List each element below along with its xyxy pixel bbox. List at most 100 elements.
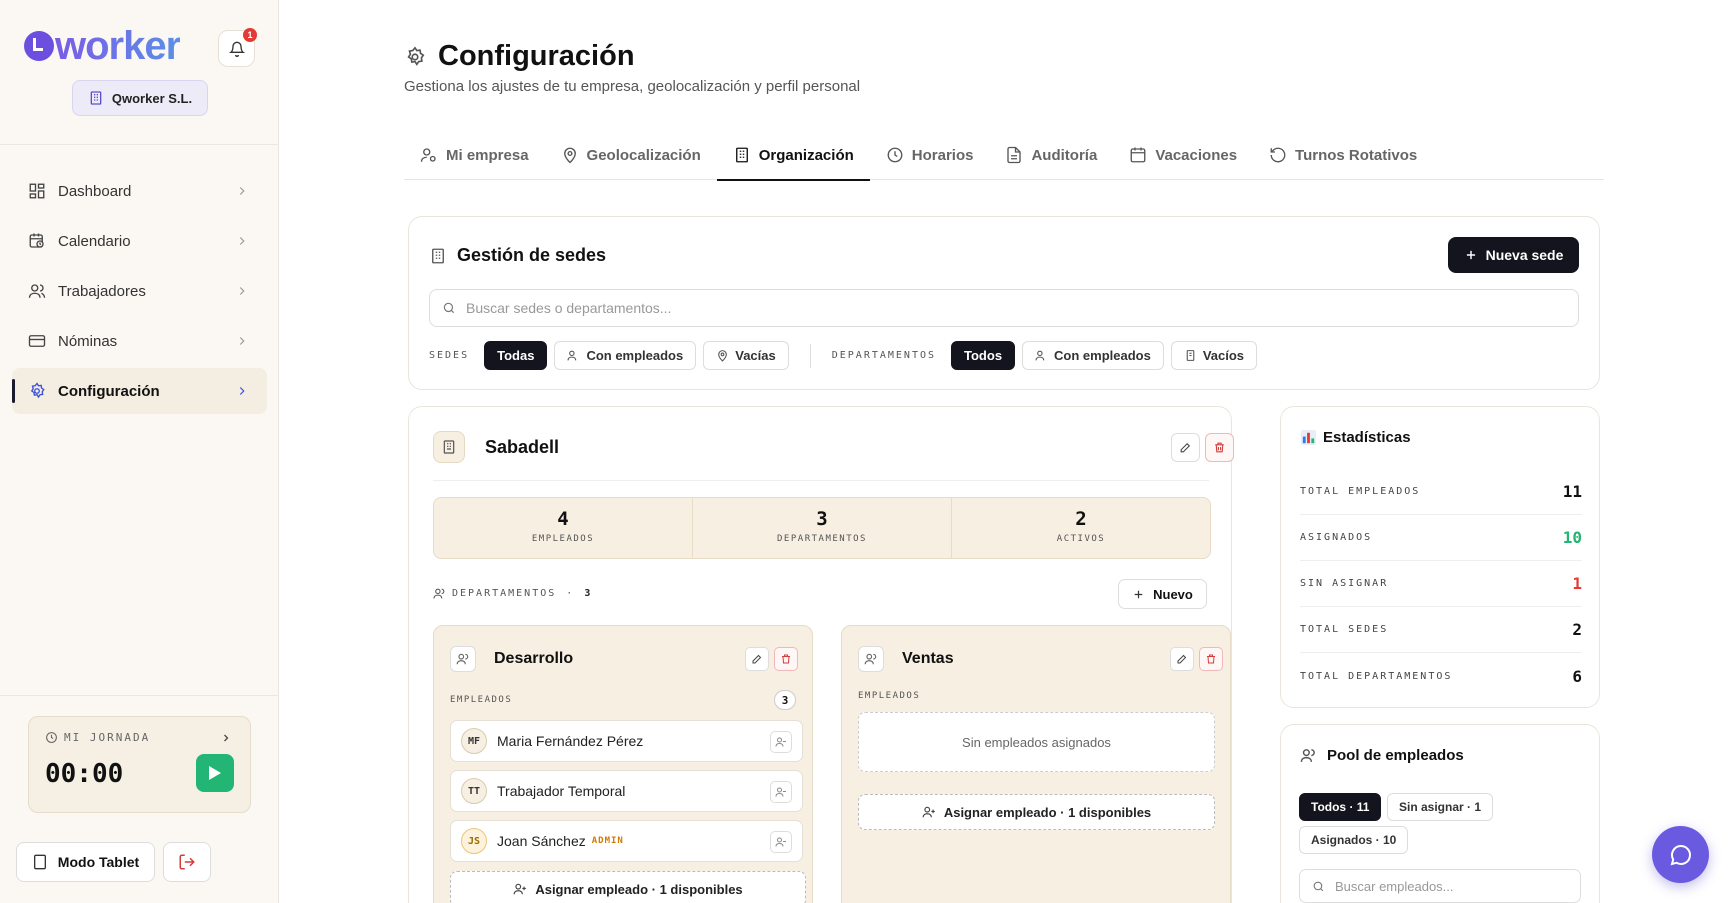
company-selector[interactable]: Qworker S.L. [72, 80, 208, 116]
bar-chart-icon [1300, 429, 1317, 446]
chat-button[interactable] [1652, 826, 1709, 883]
user-cog-icon [420, 148, 436, 162]
tab-vacaciones[interactable]: Vacaciones [1113, 130, 1253, 180]
nav-item-calendario[interactable]: Calendario [12, 218, 267, 264]
chip-label: Vacías [735, 348, 776, 363]
sedes-management-card: Gestión de sedes Nueva sede Buscar sedes… [408, 216, 1600, 390]
sede-icon [433, 431, 465, 463]
stat-value: 10 [1562, 528, 1582, 547]
assign-employee-button[interactable]: Asignar empleado · 1 disponibles [858, 794, 1215, 830]
delete-sede-button[interactable] [1205, 433, 1234, 462]
filter-sedes-con-empleados[interactable]: Con empleados [554, 341, 697, 370]
departments-label: DEPARTAMENTOS [452, 588, 557, 599]
new-department-button[interactable]: Nuevo [1118, 579, 1207, 609]
new-sede-button[interactable]: Nueva sede [1448, 237, 1579, 273]
employees-label: EMPLEADOS [450, 695, 513, 705]
stat-label: DEPARTAMENTOS [777, 534, 867, 544]
tab-turnos-rotativos[interactable]: Turnos Rotativos [1253, 130, 1433, 180]
department-name: Desarrollo [494, 650, 574, 667]
plus-icon [1466, 250, 1475, 260]
user-minus-icon [775, 787, 786, 797]
assign-employee-button[interactable]: Asignar empleado · 1 disponibles [450, 871, 806, 903]
search-icon [443, 302, 455, 314]
pool-filter-sin-asignar[interactable]: Sin asignar · 1 [1387, 793, 1494, 821]
trash-icon [1207, 654, 1215, 664]
tab-label: Organización [758, 146, 854, 164]
stat-value: 3 [816, 508, 828, 530]
delete-department-button[interactable] [774, 647, 798, 671]
stat-row-total-sedes: TOTAL SEDES 2 [1300, 607, 1582, 653]
unassign-employee-button[interactable] [770, 731, 792, 753]
employee-row[interactable]: JS Joan Sánchez ADMIN [450, 820, 803, 862]
logo[interactable]: worker [24, 24, 181, 68]
sedes-title-text: Gestión de sedes [457, 245, 607, 265]
users-icon [1300, 749, 1315, 762]
filter-sedes-vacias[interactable]: Vacías [703, 341, 789, 370]
employee-search-input[interactable]: Buscar empleados... [1299, 869, 1581, 903]
tab-label: Horarios [911, 146, 974, 164]
tablet-mode-button[interactable]: Modo Tablet [16, 842, 155, 882]
building-icon [90, 91, 102, 105]
delete-department-button[interactable] [1199, 647, 1223, 671]
nav-item-trabajadores[interactable]: Trabajadores [12, 268, 267, 314]
avatar: JS [461, 828, 487, 854]
nav-item-nominas[interactable]: Nóminas [12, 318, 267, 364]
pool-title-text: Pool de empleados [1327, 747, 1464, 764]
employee-row[interactable]: TT Trabajador Temporal [450, 770, 803, 812]
nav-label: Nóminas [58, 332, 118, 350]
pool-filter-asignados[interactable]: Asignados · 10 [1299, 826, 1409, 854]
unassign-employee-button[interactable] [770, 831, 792, 853]
nav-label: Trabajadores [58, 282, 146, 300]
edit-sede-button[interactable] [1171, 433, 1200, 462]
tab-mi-empresa[interactable]: Mi empresa [404, 130, 545, 180]
edit-department-button[interactable] [745, 647, 769, 671]
chevron-right-icon[interactable] [220, 732, 232, 744]
admin-badge: ADMIN [591, 836, 624, 846]
chevron-right-icon [239, 187, 245, 195]
tab-horarios[interactable]: Horarios [870, 130, 990, 180]
filter-dept-todos[interactable]: Todos [951, 341, 1016, 370]
sedes-search-input[interactable]: Buscar sedes o departamentos... [429, 289, 1579, 327]
tab-auditoria[interactable]: Auditoría [989, 130, 1113, 180]
trash-icon [1215, 442, 1224, 453]
notifications-button[interactable]: 1 [218, 28, 257, 67]
empty-employees: Sin empleados asignados [858, 712, 1215, 772]
employee-name: Maria Fernández Pérez [497, 733, 644, 749]
filter-dept-vacios[interactable]: Vacíos [1170, 341, 1258, 370]
mi-jornada-widget[interactable]: MI JORNADA 00:00 [28, 716, 251, 813]
chip-label: Vacíos [1202, 348, 1245, 363]
pencil-icon [1177, 654, 1187, 664]
edit-department-button[interactable] [1170, 647, 1194, 671]
employee-name: Joan Sánchez [497, 833, 586, 849]
nav-item-configuracion[interactable]: Configuración [12, 368, 267, 414]
tab-organizacion[interactable]: Organización [716, 130, 870, 181]
tab-geolocalizacion[interactable]: Geolocalización [545, 130, 717, 180]
employee-row[interactable]: MF Maria Fernández Pérez [450, 720, 803, 762]
unassign-employee-button[interactable] [770, 781, 792, 803]
settings-tabs: Mi empresa Geolocalización Organización … [404, 130, 1604, 181]
logout-icon [179, 854, 195, 870]
page-title: Configuración [438, 40, 635, 72]
stat-label: TOTAL EMPLEADOS [1300, 486, 1421, 497]
users-icon [433, 588, 445, 599]
stat-label: SIN ASIGNAR [1300, 578, 1389, 589]
department-icon [450, 646, 476, 672]
logo-text: worker [55, 24, 181, 68]
map-pin-icon [718, 350, 728, 362]
jornada-label: MI JORNADA [64, 731, 151, 744]
pencil-icon [752, 654, 762, 664]
chip-label: Asignados · 10 [1311, 833, 1397, 847]
departments-header: DEPARTAMENTOS · 3 [433, 587, 592, 600]
start-jornada-button[interactable] [196, 754, 234, 792]
statistics-title: Estadísticas [1300, 429, 1411, 446]
separator-dot: · [566, 588, 575, 599]
logout-button[interactable] [163, 842, 211, 882]
pool-filter-todos[interactable]: Todos · 11 [1299, 793, 1382, 821]
chevron-right-icon [239, 387, 245, 395]
avatar: TT [461, 778, 487, 804]
filter-sedes-todas[interactable]: Todas [484, 341, 548, 370]
filter-dept-con-empleados[interactable]: Con empleados [1022, 341, 1164, 370]
stat-activos: 2 ACTIVOS [952, 498, 1210, 558]
nav-item-dashboard[interactable]: Dashboard [12, 168, 267, 214]
stat-value: 2 [1572, 620, 1582, 639]
